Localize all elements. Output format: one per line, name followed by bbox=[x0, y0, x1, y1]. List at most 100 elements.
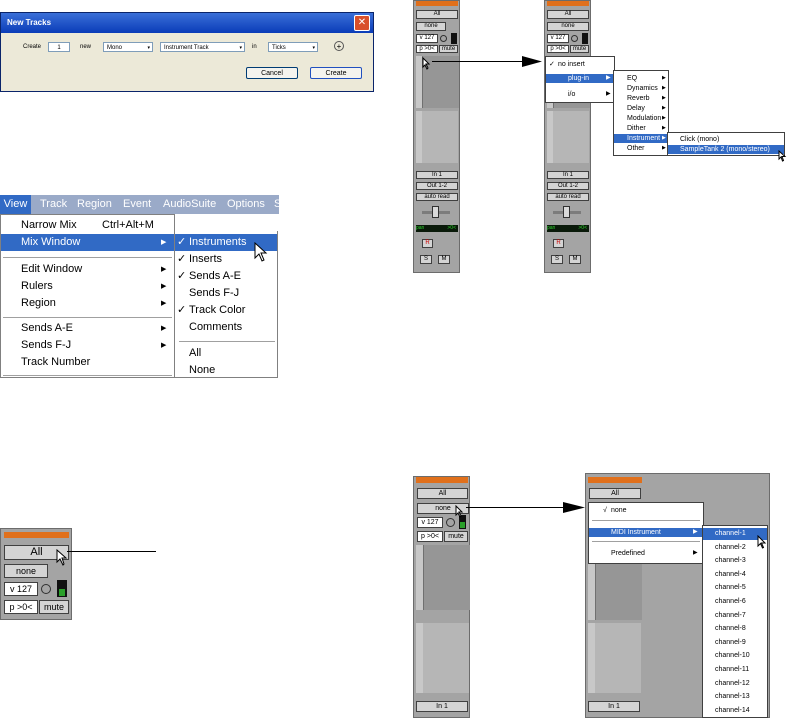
menu-item-dither[interactable]: Dither ▶ bbox=[614, 124, 668, 133]
input-selector[interactable]: In 1 bbox=[547, 171, 589, 179]
menu-view[interactable]: View bbox=[0, 195, 31, 214]
menu-item-modulation[interactable]: Modulation ▶ bbox=[614, 114, 668, 123]
menu-item-mix-window[interactable]: Mix Window ▶ bbox=[1, 234, 174, 251]
menu-item-other[interactable]: Other ▶ bbox=[614, 144, 668, 153]
send-slots[interactable] bbox=[423, 623, 469, 693]
mute-button[interactable]: mute bbox=[39, 600, 69, 614]
channel-item[interactable]: channel-6 bbox=[703, 596, 767, 608]
submenu-item-sends-f-j[interactable]: Sends F-J bbox=[175, 285, 277, 302]
send-slots[interactable] bbox=[595, 623, 641, 693]
menu-options[interactable]: Options bbox=[227, 195, 265, 214]
submenu-item-comments[interactable]: Comments bbox=[175, 319, 277, 336]
track-type-select[interactable]: Instrument Track ▾ bbox=[160, 42, 245, 52]
menu-region[interactable]: Region bbox=[77, 195, 112, 214]
close-icon[interactable]: ✕ bbox=[354, 15, 370, 31]
menu-event[interactable]: Event bbox=[123, 195, 151, 214]
insert-slot-column[interactable] bbox=[588, 564, 595, 620]
pan-field[interactable]: p >0< bbox=[4, 600, 38, 614]
menu-item-narrow-mix[interactable]: Narrow Mix Ctrl+Alt+M bbox=[1, 217, 174, 234]
mute-small-button[interactable]: M bbox=[569, 255, 581, 264]
menu-item-edit-window[interactable]: Edit Window ▶ bbox=[1, 261, 174, 278]
channel-item[interactable]: channel-11 bbox=[703, 664, 767, 676]
channel-item[interactable]: channel-8 bbox=[703, 623, 767, 635]
pan-field[interactable]: p >0< bbox=[547, 45, 569, 53]
fader-handle[interactable] bbox=[432, 206, 439, 218]
mute-small-button[interactable]: M bbox=[438, 255, 450, 264]
timebase-select[interactable]: Ticks ▾ bbox=[268, 42, 318, 52]
record-enable-button[interactable]: R bbox=[422, 239, 433, 248]
menu-item-reverb[interactable]: Reverb ▶ bbox=[614, 94, 668, 103]
menu-item-sends-f-j[interactable]: Sends F-J ▶ bbox=[1, 337, 174, 354]
menu-s[interactable]: S bbox=[274, 195, 281, 214]
velocity-field[interactable]: v 127 bbox=[547, 34, 569, 43]
send-slot-column[interactable] bbox=[588, 623, 595, 693]
mute-button[interactable]: mute bbox=[439, 45, 458, 53]
automation-mode-selector[interactable]: auto read bbox=[416, 193, 458, 201]
channel-item[interactable]: channel-4 bbox=[703, 569, 767, 581]
submenu-item-all[interactable]: All bbox=[175, 345, 277, 362]
menu-item-region[interactable]: Region ▶ bbox=[1, 295, 174, 312]
input-selector[interactable]: In 1 bbox=[416, 701, 468, 712]
create-button[interactable]: Create bbox=[310, 67, 362, 79]
instrument-all-button[interactable]: All bbox=[417, 488, 468, 499]
record-knob-icon[interactable] bbox=[440, 35, 447, 42]
cancel-button[interactable]: Cancel bbox=[246, 67, 298, 79]
output-selector[interactable]: Out 1-2 bbox=[547, 182, 589, 190]
mute-button[interactable]: mute bbox=[570, 45, 589, 53]
record-knob-icon[interactable] bbox=[571, 35, 578, 42]
record-knob-icon[interactable] bbox=[446, 518, 455, 527]
mute-button[interactable]: mute bbox=[444, 531, 468, 542]
output-selector[interactable]: Out 1-2 bbox=[416, 182, 458, 190]
track-count-field[interactable]: 1 bbox=[48, 42, 70, 52]
record-knob-icon[interactable] bbox=[41, 584, 51, 594]
midi-output-selector[interactable]: none bbox=[4, 564, 48, 578]
channel-item[interactable]: channel-13 bbox=[703, 691, 767, 703]
instrument-all-button[interactable]: All bbox=[547, 10, 589, 19]
midi-output-selector[interactable]: none bbox=[416, 22, 446, 31]
menu-item-dynamics[interactable]: Dynamics ▶ bbox=[614, 84, 668, 93]
menu-item-no-insert[interactable]: ✓ no insert bbox=[546, 60, 614, 69]
submenu-item-none[interactable]: None bbox=[175, 362, 277, 379]
add-row-icon[interactable]: + bbox=[334, 41, 344, 51]
input-selector[interactable]: In 1 bbox=[588, 701, 640, 712]
submenu-item-sends-a-e[interactable]: ✓ Sends A-E bbox=[175, 268, 277, 285]
velocity-field[interactable]: v 127 bbox=[416, 34, 438, 43]
automation-mode-selector[interactable]: auto read bbox=[547, 193, 589, 201]
submenu-item-track-color[interactable]: ✓ Track Color bbox=[175, 302, 277, 319]
insert-slot-column[interactable] bbox=[416, 545, 423, 610]
menu-item-instrument[interactable]: Instrument ▶ bbox=[614, 134, 668, 143]
channel-item[interactable]: channel-12 bbox=[703, 678, 767, 690]
velocity-field[interactable]: v 127 bbox=[4, 582, 38, 596]
menu-item-click-mono[interactable]: Click (mono) bbox=[668, 135, 784, 144]
solo-button[interactable]: S bbox=[551, 255, 563, 264]
menu-audiosuite[interactable]: AudioSuite bbox=[163, 195, 216, 214]
pan-field[interactable]: p >0< bbox=[417, 531, 443, 542]
menu-item-eq[interactable]: EQ ▶ bbox=[614, 74, 668, 83]
insert-slots[interactable] bbox=[423, 545, 470, 610]
menu-item-track-number[interactable]: Track Number bbox=[1, 354, 174, 371]
menu-track[interactable]: Track bbox=[40, 195, 67, 214]
channel-item[interactable]: channel-9 bbox=[703, 637, 767, 649]
channel-item[interactable]: channel-7 bbox=[703, 610, 767, 622]
solo-button[interactable]: S bbox=[420, 255, 432, 264]
instrument-all-button[interactable]: All bbox=[589, 488, 641, 499]
instrument-all-button[interactable]: All bbox=[416, 10, 458, 19]
menu-item-midi-instrument[interactable]: MIDI Instrument ▶ bbox=[589, 528, 703, 537]
format-select[interactable]: Mono ▾ bbox=[103, 42, 153, 52]
velocity-field[interactable]: v 127 bbox=[417, 517, 443, 528]
record-enable-button[interactable]: R bbox=[553, 239, 564, 248]
menu-item-none[interactable]: √ none bbox=[589, 506, 703, 515]
channel-item[interactable]: channel-5 bbox=[703, 582, 767, 594]
channel-item[interactable]: channel-14 bbox=[703, 705, 767, 717]
input-selector[interactable]: In 1 bbox=[416, 171, 458, 179]
send-slots[interactable] bbox=[422, 111, 458, 163]
pan-field[interactable]: p >0< bbox=[416, 45, 438, 53]
channel-item[interactable]: channel-10 bbox=[703, 650, 767, 662]
send-slot-column[interactable] bbox=[416, 623, 423, 693]
insert-slots[interactable] bbox=[595, 564, 642, 620]
send-slots[interactable] bbox=[553, 111, 589, 163]
midi-output-selector[interactable]: none bbox=[547, 22, 589, 31]
menu-item-delay[interactable]: Delay ▶ bbox=[614, 104, 668, 113]
menu-item-predefined[interactable]: Predefined ▶ bbox=[589, 549, 703, 558]
menu-item-io[interactable]: i/o ▶ bbox=[546, 90, 614, 99]
